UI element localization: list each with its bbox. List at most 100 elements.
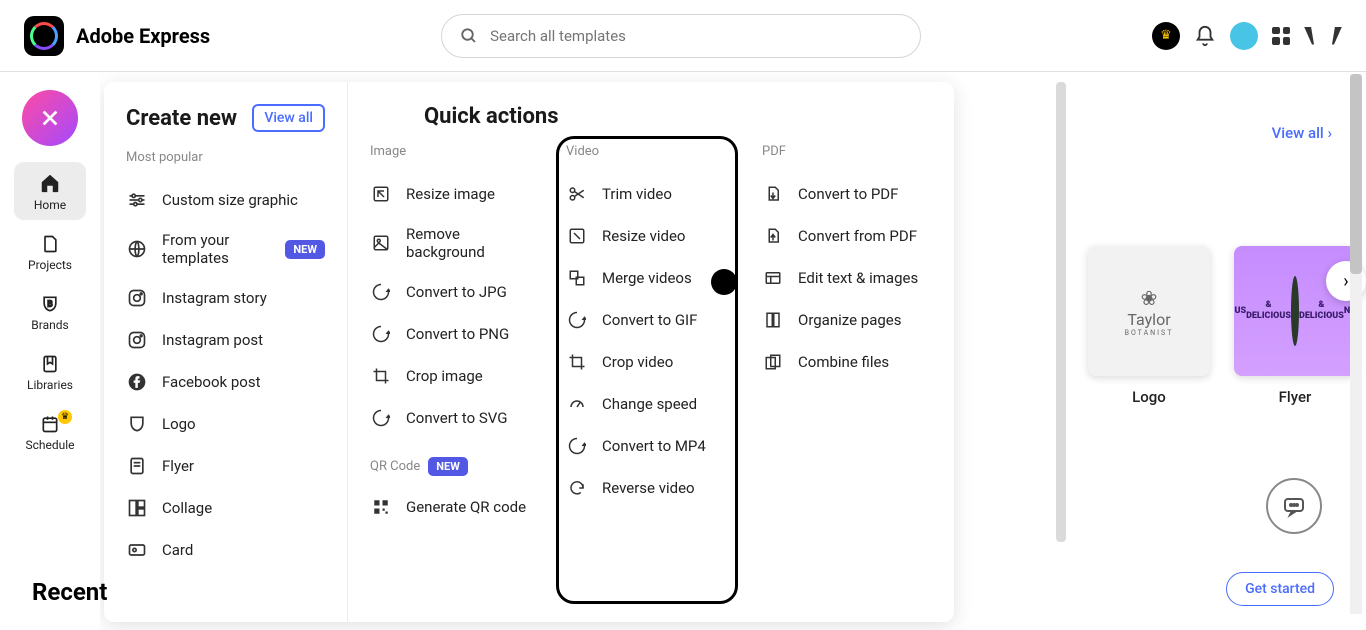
action-generate-qr[interactable]: Generate QR code bbox=[370, 486, 540, 528]
video-section-label: Video bbox=[566, 144, 736, 159]
view-all-templates-link[interactable]: View all bbox=[1272, 124, 1332, 142]
brand-logo[interactable] bbox=[24, 16, 64, 56]
action-organize-pages[interactable]: Organize pages bbox=[762, 299, 932, 341]
create-card[interactable]: Card bbox=[126, 529, 325, 571]
list-item-label: Card bbox=[162, 541, 325, 559]
action-convert-png[interactable]: Convert to PNG bbox=[370, 313, 540, 355]
action-convert-mp4[interactable]: Convert to MP4 bbox=[566, 425, 736, 467]
create-facebook-post[interactable]: Facebook post bbox=[126, 361, 325, 403]
crop-icon bbox=[566, 351, 588, 373]
list-item-label: Custom size graphic bbox=[162, 191, 325, 209]
convert-icon bbox=[370, 281, 392, 303]
badge-icon bbox=[126, 413, 148, 435]
create-instagram-post[interactable]: Instagram post bbox=[126, 319, 325, 361]
page-scrollbar-thumb[interactable] bbox=[1350, 74, 1362, 274]
sidebar-item-label: Projects bbox=[28, 258, 72, 272]
app-switcher-icon[interactable] bbox=[1272, 27, 1290, 45]
action-convert-gif[interactable]: Convert to GIF bbox=[566, 299, 736, 341]
search-box[interactable] bbox=[441, 14, 921, 58]
svg-text:B: B bbox=[47, 300, 52, 310]
list-item-label: Remove background bbox=[406, 225, 540, 261]
search-input[interactable] bbox=[490, 27, 902, 45]
get-started-button[interactable]: Get started bbox=[1226, 572, 1334, 606]
create-new-column: Create new View all Most popular Custom … bbox=[104, 82, 348, 622]
list-item-label: Convert to PDF bbox=[798, 185, 932, 203]
list-item-label: Convert to MP4 bbox=[602, 437, 736, 455]
create-from-templates[interactable]: From your templatesNEW bbox=[126, 221, 325, 277]
sidebar-item-brands[interactable]: B Brands bbox=[14, 284, 86, 340]
templates-preview-area: View all ❀ Taylor BOTANIST Logo NUTRITIO… bbox=[1070, 82, 1356, 406]
list-item-label: Trim video bbox=[602, 185, 736, 203]
list-item-label: Change speed bbox=[602, 395, 736, 413]
action-convert-svg[interactable]: Convert to SVG bbox=[370, 397, 540, 439]
flyer-line: & DELICIOUS bbox=[1299, 300, 1344, 322]
page-scrollbar-track[interactable] bbox=[1350, 74, 1362, 614]
convert-icon bbox=[566, 435, 588, 457]
create-new-title: Create new bbox=[126, 106, 237, 131]
list-item-label: Convert to GIF bbox=[602, 311, 736, 329]
create-flyer[interactable]: Flyer bbox=[126, 445, 325, 487]
convert-icon bbox=[566, 309, 588, 331]
action-convert-from-pdf[interactable]: Convert from PDF bbox=[762, 215, 932, 257]
image-icon bbox=[370, 232, 392, 254]
feedback-chat-button[interactable] bbox=[1266, 478, 1322, 534]
user-avatar[interactable] bbox=[1230, 22, 1258, 50]
create-collage[interactable]: Collage bbox=[126, 487, 325, 529]
pages-icon bbox=[762, 309, 784, 331]
list-item-label: Edit text & images bbox=[798, 269, 932, 287]
crop-icon bbox=[370, 365, 392, 387]
main-area: Home Projects B Brands Libraries ♛ Sched… bbox=[0, 72, 1366, 630]
cursor-indicator bbox=[711, 269, 737, 295]
sidebar-item-projects[interactable]: Projects bbox=[14, 224, 86, 280]
list-item-label: Instagram post bbox=[162, 331, 325, 349]
logo-preview: ❀ Taylor BOTANIST bbox=[1088, 246, 1210, 376]
sidebar-item-label: Libraries bbox=[27, 378, 73, 392]
action-crop-image[interactable]: Crop image bbox=[370, 355, 540, 397]
list-item-label: Instagram story bbox=[162, 289, 325, 307]
action-resize-image[interactable]: Resize image bbox=[370, 173, 540, 215]
notifications-bell-icon[interactable] bbox=[1194, 25, 1216, 47]
header-actions: ♛ bbox=[1152, 22, 1342, 50]
brand-name: Adobe Express bbox=[76, 24, 210, 48]
action-trim-video[interactable]: Trim video bbox=[566, 173, 736, 215]
action-convert-to-pdf[interactable]: Convert to PDF bbox=[762, 173, 932, 215]
view-all-button[interactable]: View all bbox=[252, 104, 325, 132]
template-logo[interactable]: ❀ Taylor BOTANIST Logo bbox=[1088, 246, 1210, 406]
list-item-label: Flyer bbox=[162, 457, 325, 475]
create-logo[interactable]: Logo bbox=[126, 403, 325, 445]
create-custom-size[interactable]: Custom size graphic bbox=[126, 179, 325, 221]
quick-actions-area: Quick actions Image Resize image Remove … bbox=[348, 82, 954, 622]
page-icon bbox=[126, 455, 148, 477]
create-instagram-story[interactable]: Instagram story bbox=[126, 277, 325, 319]
premium-crown-icon[interactable]: ♛ bbox=[1152, 22, 1180, 50]
flyer-bowl-graphic bbox=[1291, 276, 1299, 346]
pdf-icon bbox=[762, 183, 784, 205]
action-crop-video[interactable]: Crop video bbox=[566, 341, 736, 383]
list-item-label: Facebook post bbox=[162, 373, 325, 391]
create-panel: Create new View all Most popular Custom … bbox=[104, 82, 954, 622]
list-item-label: Reverse video bbox=[602, 479, 736, 497]
close-create-button[interactable] bbox=[22, 90, 78, 146]
list-item-label: Crop image bbox=[406, 367, 540, 385]
list-item-label: Organize pages bbox=[798, 311, 932, 329]
action-edit-text-images[interactable]: Edit text & images bbox=[762, 257, 932, 299]
list-item-label: Logo bbox=[162, 415, 325, 433]
action-resize-video[interactable]: Resize video bbox=[566, 215, 736, 257]
sidebar-item-home[interactable]: Home bbox=[14, 162, 86, 220]
sidebar-item-schedule[interactable]: ♛ Schedule bbox=[14, 404, 86, 460]
instagram-icon bbox=[126, 287, 148, 309]
action-combine-files[interactable]: Combine files bbox=[762, 341, 932, 383]
action-change-speed[interactable]: Change speed bbox=[566, 383, 736, 425]
calendar-icon bbox=[40, 414, 60, 434]
action-reverse-video[interactable]: Reverse video bbox=[566, 467, 736, 509]
inner-scrollbar[interactable] bbox=[1056, 82, 1066, 542]
adobe-logo-icon[interactable] bbox=[1304, 27, 1342, 45]
sidebar-item-libraries[interactable]: Libraries bbox=[14, 344, 86, 400]
action-convert-jpg[interactable]: Convert to JPG bbox=[370, 271, 540, 313]
action-remove-background[interactable]: Remove background bbox=[370, 215, 540, 271]
template-thumbnails: ❀ Taylor BOTANIST Logo NUTRITIOUS & DELI… bbox=[1070, 156, 1356, 406]
list-item-label: Generate QR code bbox=[406, 498, 540, 516]
card-icon bbox=[126, 539, 148, 561]
logo-brand-name: Taylor bbox=[1127, 310, 1170, 329]
convert-icon bbox=[370, 323, 392, 345]
